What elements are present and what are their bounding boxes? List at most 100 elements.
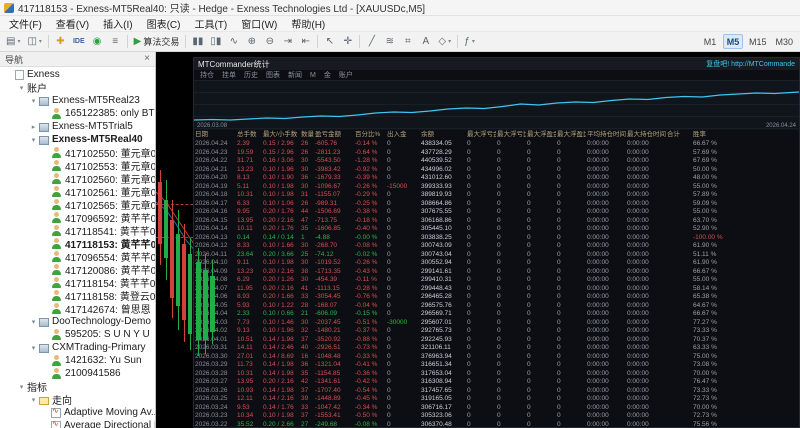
table-row[interactable]: 2026.04.19 5.11 0.10 / 1.98 30 -1096.67 -0.26… [194,183,799,192]
table-row[interactable]: 2026.04.05 5.93 0.10 / 1.22 28 -168.07 -0.04 … [194,302,799,311]
auto-scroll-button[interactable]: ⇥ [279,33,296,50]
chart-shift-button[interactable]: ⇤ [297,33,314,50]
tree-item[interactable]: 417118154: 黄芊芊06 [0,276,155,289]
mtcommander-tab[interactable]: 新闻 [288,70,302,80]
table-row[interactable]: 2026.04.21 13.23 0.10 / 1.96 30 -3983.42 -0.9… [194,166,799,175]
bar-chart-button[interactable]: ▮▮ [189,33,206,50]
table-row[interactable]: 2026.04.17 6.33 0.10 / 1.06 26 -989.31 -0.25 … [194,200,799,209]
crosshair-button[interactable]: ✛ [339,33,356,50]
mtcommander-link[interactable]: 复盘吧! http://MTCommande [706,59,795,69]
table-row[interactable]: 2026.03.30 27.01 0.14 / 8.69 16 -1048.48 -0.3… [194,353,799,362]
menu-item[interactable]: 帮助(H) [284,16,332,31]
cursor-button[interactable]: ↖ [321,33,338,50]
table-row[interactable]: 2026.04.16 9.95 0.20 / 1.76 44 -1506.69 -0.38… [194,208,799,217]
table-row[interactable]: 2026.04.13 0.14 0.14 / 0.14 1 -4.88 -0.00 % 0 3… [194,234,799,243]
tree-item[interactable]: ▾ 账户 [0,81,155,94]
menu-item[interactable]: 工具(T) [187,16,234,31]
tree-item[interactable]: ▾ 走向 [0,393,155,406]
chevron-down-icon[interactable]: ▾ [28,136,39,144]
menu-item[interactable]: 查看(V) [49,16,96,31]
tree-item[interactable]: 417102553: 董元章01 [0,159,155,172]
chevron-down-icon[interactable]: ▾ [28,97,39,105]
line-chart-button[interactable]: ∿ [225,33,242,50]
tree-item[interactable]: 417120086: 黄芊芊05 [0,263,155,276]
tree-item[interactable]: Exness [0,68,155,81]
tree-item[interactable]: Average Directional I... [0,419,155,428]
mtcommander-tab[interactable]: 挂单 [222,70,236,80]
trendline-button[interactable]: ╱ [363,33,380,50]
table-row[interactable]: 2026.03.28 10.31 0.14 / 1.98 35 -1154.85 -0.3… [194,370,799,379]
table-row[interactable]: 2026.04.01 10.51 0.14 / 1.98 37 -3520.92 -0.8… [194,336,799,345]
order-panel-combo[interactable]: ▤ ▾ [3,33,23,50]
table-row[interactable]: 2026.04.18 10.31 0.10 / 1.98 31 -1155.07 -0.2… [194,191,799,200]
tree-item[interactable]: ▾ CXMTrading-Primary [0,341,155,354]
tree-item[interactable]: 417142674: 曾思恩 [0,302,155,315]
table-row[interactable]: 2026.04.03 7.73 0.10 / 1.46 30 -2037.45 -0.51… [194,319,799,328]
menu-item[interactable]: 窗口(W) [234,16,284,31]
table-row[interactable]: 2026.04.02 9.13 0.10 / 1.96 32 -1480.21 -0.37… [194,327,799,336]
table-row[interactable]: 2026.03.29 11.73 0.14 / 1.98 36 -1321.04 -0.4… [194,361,799,370]
tree-item[interactable]: ▾ 指标 [0,380,155,393]
table-row[interactable]: 2026.03.24 9.53 0.14 / 1.76 33 -1047.42 -0.34… [194,404,799,413]
menu-item[interactable]: 文件(F) [2,16,49,31]
tree-item[interactable]: ▸ Exness-MT5Trial5 [0,120,155,133]
metaeditor-button[interactable]: ◉ [89,33,106,50]
timeframe-M5[interactable]: M5 [722,34,743,49]
chevron-down-icon[interactable]: ▾ [28,396,39,404]
tree-item[interactable]: 417102565: 董元章02 [0,198,155,211]
tree-item[interactable]: ▾ Exness-MT5Real23 [0,94,155,107]
table-row[interactable]: 2026.04.12 8.33 0.10 / 1.66 30 -268.70 -0.08 … [194,242,799,251]
tree-item[interactable]: 165122385: only BTC [0,107,155,120]
chevron-right-icon[interactable]: ▸ [28,123,39,131]
ide-button[interactable]: IDE [70,33,88,50]
table-row[interactable]: 2026.03.27 13.95 0.20 / 2.16 42 -1341.61 -0.4… [194,378,799,387]
zoom-out-button[interactable]: ⊖ [261,33,278,50]
tree-item[interactable]: 417096554: 黄芊芊01 [0,250,155,263]
zoom-in-button[interactable]: ⊕ [243,33,260,50]
chevron-down-icon[interactable]: ▾ [16,84,27,92]
tree-item[interactable]: ▾ DooTechnology-Demo [0,315,155,328]
table-row[interactable]: 2026.04.22 31.71 0.16 / 3.06 30 -5543.50 -1.2… [194,157,799,166]
tree-item[interactable]: ▾ Exness-MT5Real40 [0,133,155,146]
tree-item[interactable]: 417096592: 黄芊芊02 [0,211,155,224]
table-row[interactable]: 2026.03.22 35.52 0.20 / 2.66 27 -249.68 -0.08… [194,421,799,428]
shapes-button[interactable]: ◇ ▾ [435,33,454,50]
mtcommander-tab[interactable]: 账户 [339,70,353,80]
tree-item[interactable]: 417118158: 黄登云02 [0,289,155,302]
tree-item[interactable]: 595205: S U N Y U [0,328,155,341]
tree-item[interactable]: 417102550: 董元章05 [0,146,155,159]
tree-item[interactable]: 417102561: 董元章03 [0,185,155,198]
channel-button[interactable]: ≋ [381,33,398,50]
table-row[interactable]: 2026.04.15 13.95 0.20 / 2.16 47 -713.75 -0.18… [194,217,799,226]
table-row[interactable]: 2026.04.24 2.39 0.15 / 2.96 26 -605.76 -0.14 … [194,140,799,149]
tree-item[interactable]: 417118153: 黄芊芊07 [0,237,155,250]
timeframe-M15[interactable]: M15 [746,34,770,49]
text-button[interactable]: A [417,33,434,50]
timeframe-M1[interactable]: M1 [700,34,720,49]
table-row[interactable]: 2026.04.04 2.33 0.10 / 0.66 21 -606.09 -0.15 … [194,310,799,319]
indicators-button[interactable]: ƒ ▾ [461,33,478,50]
chevron-down-icon[interactable]: ▾ [28,344,39,352]
mtcommander-tab[interactable]: 图表 [266,70,280,80]
menu-item[interactable]: 图表(C) [140,16,188,31]
chart-window-combo[interactable]: ◫ ▾ [24,33,44,50]
table-row[interactable]: 2026.04.10 9.11 0.10 / 1.98 30 -1019.52 -0.26… [194,259,799,268]
table-row[interactable]: 2026.04.20 8.13 0.10 / 1.90 36 -1679.33 -0.39… [194,174,799,183]
mtcommander-tab[interactable]: 持仓 [200,70,214,80]
table-row[interactable]: 2026.04.23 19.59 0.15 / 2.96 26 -2811.23 -0.6… [194,149,799,158]
fibonacci-button[interactable]: ⌗ [399,33,416,50]
mtcommander-tab[interactable]: 金 [324,70,331,80]
table-row[interactable]: 2026.04.07 11.95 0.20 / 2.16 41 -1113.15 -0.2… [194,285,799,294]
tree-item[interactable]: 417102560: 董元章04 [0,172,155,185]
menu-item[interactable]: 插入(I) [96,16,139,31]
mtcommander-tab[interactable]: M [310,72,316,79]
chevron-down-icon[interactable]: ▾ [28,318,39,326]
tree-item[interactable]: 417118541: 黄芊芊05 [0,224,155,237]
table-row[interactable]: 2026.04.06 8.93 0.20 / 1.66 33 -3054.45 -0.76… [194,293,799,302]
close-icon[interactable]: × [144,54,150,64]
tree-item[interactable]: 1421632: Yu Sun [0,354,155,367]
table-row[interactable]: 2026.03.25 12.11 0.14 / 2.16 39 -1448.89 -0.4… [194,395,799,404]
algo-trading-button[interactable]: ▶ 算法交易 [131,33,183,50]
new-order-button[interactable]: ✚ [52,33,69,50]
mtcommander-tab[interactable]: 历史 [244,70,258,80]
